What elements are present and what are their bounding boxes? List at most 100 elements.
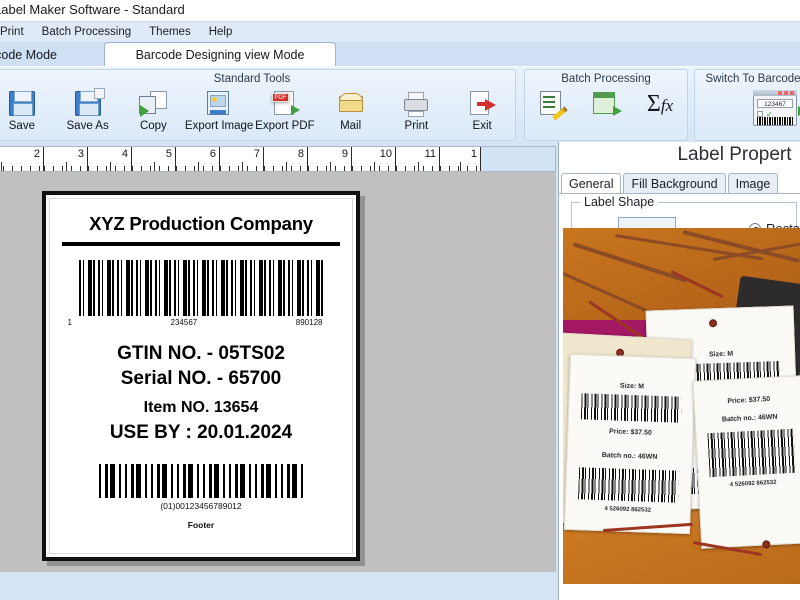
menu-item-print[interactable]: Print <box>0 24 33 40</box>
label-preview[interactable]: XYZ Production Company 1 234567 890128 G… <box>42 191 360 561</box>
window-title: Label Maker Software - Standard <box>0 2 185 17</box>
label-gtin-line: GTIN NO. - 05TS02 <box>117 343 285 364</box>
photo-tag-hole <box>708 319 718 328</box>
label-divider <box>62 242 340 246</box>
ruler-number: 10 <box>379 148 392 160</box>
sigma-function-icon: Σfx <box>646 91 674 117</box>
tab-general[interactable]: General <box>561 173 622 194</box>
batch-excel-export-button[interactable] <box>579 90 633 118</box>
export-image-icon <box>204 90 234 118</box>
ruler-mark: 1 <box>440 147 481 171</box>
ruler-mark: 10 <box>352 147 396 171</box>
excel-export-icon <box>591 90 622 118</box>
export-pdf-button[interactable]: PDF Export PDF <box>254 90 316 132</box>
export-image-label: Export Image <box>184 120 254 132</box>
photo-tag-price: Price: $37.50 <box>727 395 771 406</box>
photo-tag-batch: Batch no.: 46WN <box>601 452 658 461</box>
tab-barcode-designing-view-mode[interactable]: Barcode Designing view Mode <box>104 42 336 66</box>
barcode-icon-value: 123467 <box>757 99 793 108</box>
application-window: Label Maker Software - Standard Print Ba… <box>0 0 800 600</box>
copy-label: Copy <box>139 120 167 132</box>
save-label: Save <box>8 120 35 132</box>
switch-to-barcode-items: 123467 ✓ <box>695 90 800 142</box>
save-button[interactable]: Save <box>0 90 53 132</box>
ruler-empty-area <box>481 147 555 171</box>
mode-tab-bar: rcode Mode Barcode Designing view Mode <box>0 42 800 66</box>
standard-tools-items: Save Save As Copy Export Image PDF Expor… <box>0 88 515 142</box>
tab-barcode-mode[interactable]: rcode Mode <box>0 44 76 66</box>
ruler-number: 8 <box>297 148 304 160</box>
print-label: Print <box>404 120 429 132</box>
photo-tag-front: Size: M Price: $37.50 Batch no.: 46WN 4 … <box>563 353 697 535</box>
menu-item-help[interactable]: Help <box>200 24 242 40</box>
printer-icon <box>401 90 431 118</box>
mail-button[interactable]: Mail <box>320 90 382 132</box>
menu-bar: Print Batch Processing Themes Help <box>0 22 800 42</box>
label-barcode-top <box>78 260 324 316</box>
ruler-mark: 3 <box>44 147 88 171</box>
standard-tools-title: Standard Tools <box>213 73 291 85</box>
label-useby-line: USE BY : 20.01.2024 <box>109 422 293 443</box>
label-serial-line: Serial NO. - 65700 <box>120 368 282 389</box>
tab-fill-background[interactable]: Fill Background <box>623 173 726 194</box>
menu-item-themes[interactable]: Themes <box>140 24 200 40</box>
label-footer-text: Footer <box>187 520 215 530</box>
barcode-digit-left: 1 <box>67 318 72 327</box>
horizontal-ruler[interactable]: 2 3 4 5 6 7 8 9 10 11 1 <box>0 146 556 172</box>
photo-tag-barcode <box>581 393 682 423</box>
canvas-bottom-strip <box>0 572 556 600</box>
copy-icon <box>138 90 168 118</box>
tab-image[interactable]: Image <box>727 173 779 194</box>
photo-tag-barcode-digits: 4 526092 862532 <box>604 506 652 514</box>
photo-tag-barcode <box>707 428 796 478</box>
ruler-number: 7 <box>253 148 260 160</box>
batch-edit-button[interactable] <box>525 90 579 121</box>
menu-item-batch-processing[interactable]: Batch Processing <box>33 24 141 40</box>
photo-tag-barcode-digits: 4 526092 862532 <box>729 479 777 489</box>
ruler-mark: 11 <box>396 147 440 171</box>
export-image-button[interactable]: Export Image <box>184 90 254 132</box>
save-floppy-icon <box>7 90 37 118</box>
label-barcode-bottom <box>98 464 304 498</box>
print-button[interactable]: Print <box>385 90 447 132</box>
ruler-number: 4 <box>121 148 128 160</box>
save-as-button[interactable]: Save As <box>57 88 119 132</box>
mail-envelope-icon <box>336 90 366 118</box>
ruler-mark: 6 <box>176 147 220 171</box>
barcode-digit-mid: 234567 <box>170 318 198 327</box>
export-pdf-icon: PDF <box>270 90 300 118</box>
label-item-line: Item NO. 13654 <box>143 399 259 416</box>
ruler-mark: 8 <box>264 147 308 171</box>
photo-tag-size: Size: M <box>619 382 645 391</box>
ruler-number: 11 <box>424 148 436 160</box>
ribbon-group-switch-to-barcode: Switch To Barcode 123467 ✓ <box>694 69 800 141</box>
title-bar: Label Maker Software - Standard <box>0 0 800 22</box>
export-pdf-label: Export PDF <box>255 120 315 132</box>
exit-arrow-icon <box>467 90 497 118</box>
ruler-number: 5 <box>165 148 172 160</box>
ruler-mark: 9 <box>308 147 352 171</box>
label-company-title: XYZ Production Company <box>89 213 313 234</box>
ribbon-toolbar: Standard Tools Save Save As Copy Export … <box>0 66 800 142</box>
properties-tab-underline <box>559 193 800 194</box>
ribbon-group-standard-tools: Standard Tools Save Save As Copy Export … <box>0 69 516 141</box>
ruler-number: 9 <box>341 148 348 160</box>
save-as-floppy-icon <box>73 88 105 118</box>
edit-list-pencil-icon <box>537 90 568 121</box>
properties-tab-bar: General Fill Background Image <box>561 172 780 194</box>
label-shape-title: Label Shape <box>580 195 659 209</box>
batch-function-button[interactable]: Σfx <box>633 90 687 118</box>
exit-label: Exit <box>472 120 492 132</box>
ruler-mark: 4 <box>88 147 132 171</box>
label-barcode-top-digits: 1 234567 890128 <box>68 318 329 327</box>
exit-button[interactable]: Exit <box>451 90 513 132</box>
ruler-number: 1 <box>470 148 477 160</box>
copy-button[interactable]: Copy <box>122 90 184 132</box>
switch-to-barcode-title: Switch To Barcode <box>705 73 800 85</box>
switch-to-barcode-button[interactable]: 123467 ✓ <box>751 90 800 128</box>
batch-processing-title: Batch Processing <box>561 73 651 85</box>
mail-label: Mail <box>340 120 362 132</box>
batch-processing-items: Σfx <box>525 90 687 142</box>
ribbon-group-batch-processing: Batch Processing Σfx <box>524 69 688 141</box>
label-barcode-bottom-digits: (01)00123456789012 <box>160 501 242 511</box>
